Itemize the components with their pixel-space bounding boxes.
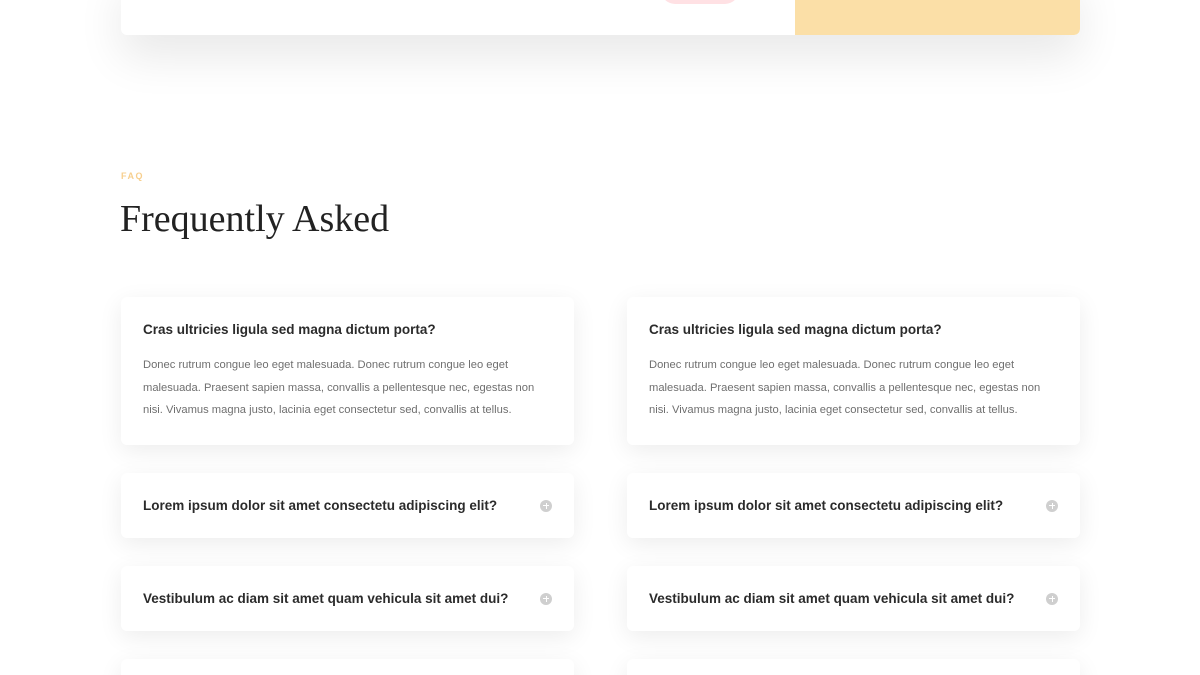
faq-item-partial[interactable] — [627, 659, 1080, 675]
faq-item[interactable]: Vestibulum ac diam sit amet quam vehicul… — [627, 566, 1080, 631]
faq-item[interactable]: Lorem ipsum dolor sit amet consectetu ad… — [627, 473, 1080, 538]
faq-column-right: Cras ultricies ligula sed magna dictum p… — [627, 297, 1080, 675]
faq-item[interactable]: Lorem ipsum dolor sit amet consectetu ad… — [121, 473, 574, 538]
plus-circle-icon[interactable] — [540, 499, 552, 512]
faq-item[interactable]: Cras ultricies ligula sed magna dictum p… — [121, 297, 574, 445]
faq-item[interactable]: Vestibulum ac diam sit amet quam vehicul… — [121, 566, 574, 631]
faq-answer: Donec rutrum congue leo eget malesuada. … — [649, 359, 1041, 416]
faq-question[interactable]: Cras ultricies ligula sed magna dictum p… — [649, 321, 1058, 339]
faq-answer: Donec rutrum congue leo eget malesuada. … — [143, 359, 535, 416]
top-card — [121, 0, 1080, 35]
decorative-blob — [661, 0, 739, 4]
faq-question[interactable]: Lorem ipsum dolor sit amet consectetu ad… — [143, 497, 530, 515]
faq-question[interactable]: Lorem ipsum dolor sit amet consectetu ad… — [649, 497, 1036, 515]
faq-question[interactable]: Cras ultricies ligula sed magna dictum p… — [143, 321, 552, 339]
section-title: Frequently Asked — [120, 198, 390, 240]
faq-question[interactable]: Vestibulum ac diam sit amet quam vehicul… — [649, 590, 1036, 608]
plus-circle-icon[interactable] — [1046, 592, 1058, 605]
faq-column-left: Cras ultricies ligula sed magna dictum p… — [121, 297, 574, 675]
faq-item-partial[interactable] — [121, 659, 574, 675]
faq-question[interactable]: Vestibulum ac diam sit amet quam vehicul… — [143, 590, 530, 608]
page: FAQ Frequently Asked Cras ultricies ligu… — [0, 0, 1200, 675]
plus-circle-icon[interactable] — [1046, 499, 1058, 512]
accent-panel — [795, 0, 1080, 35]
plus-circle-icon[interactable] — [540, 592, 552, 605]
section-eyebrow: FAQ — [121, 171, 145, 181]
faq-item[interactable]: Cras ultricies ligula sed magna dictum p… — [627, 297, 1080, 445]
